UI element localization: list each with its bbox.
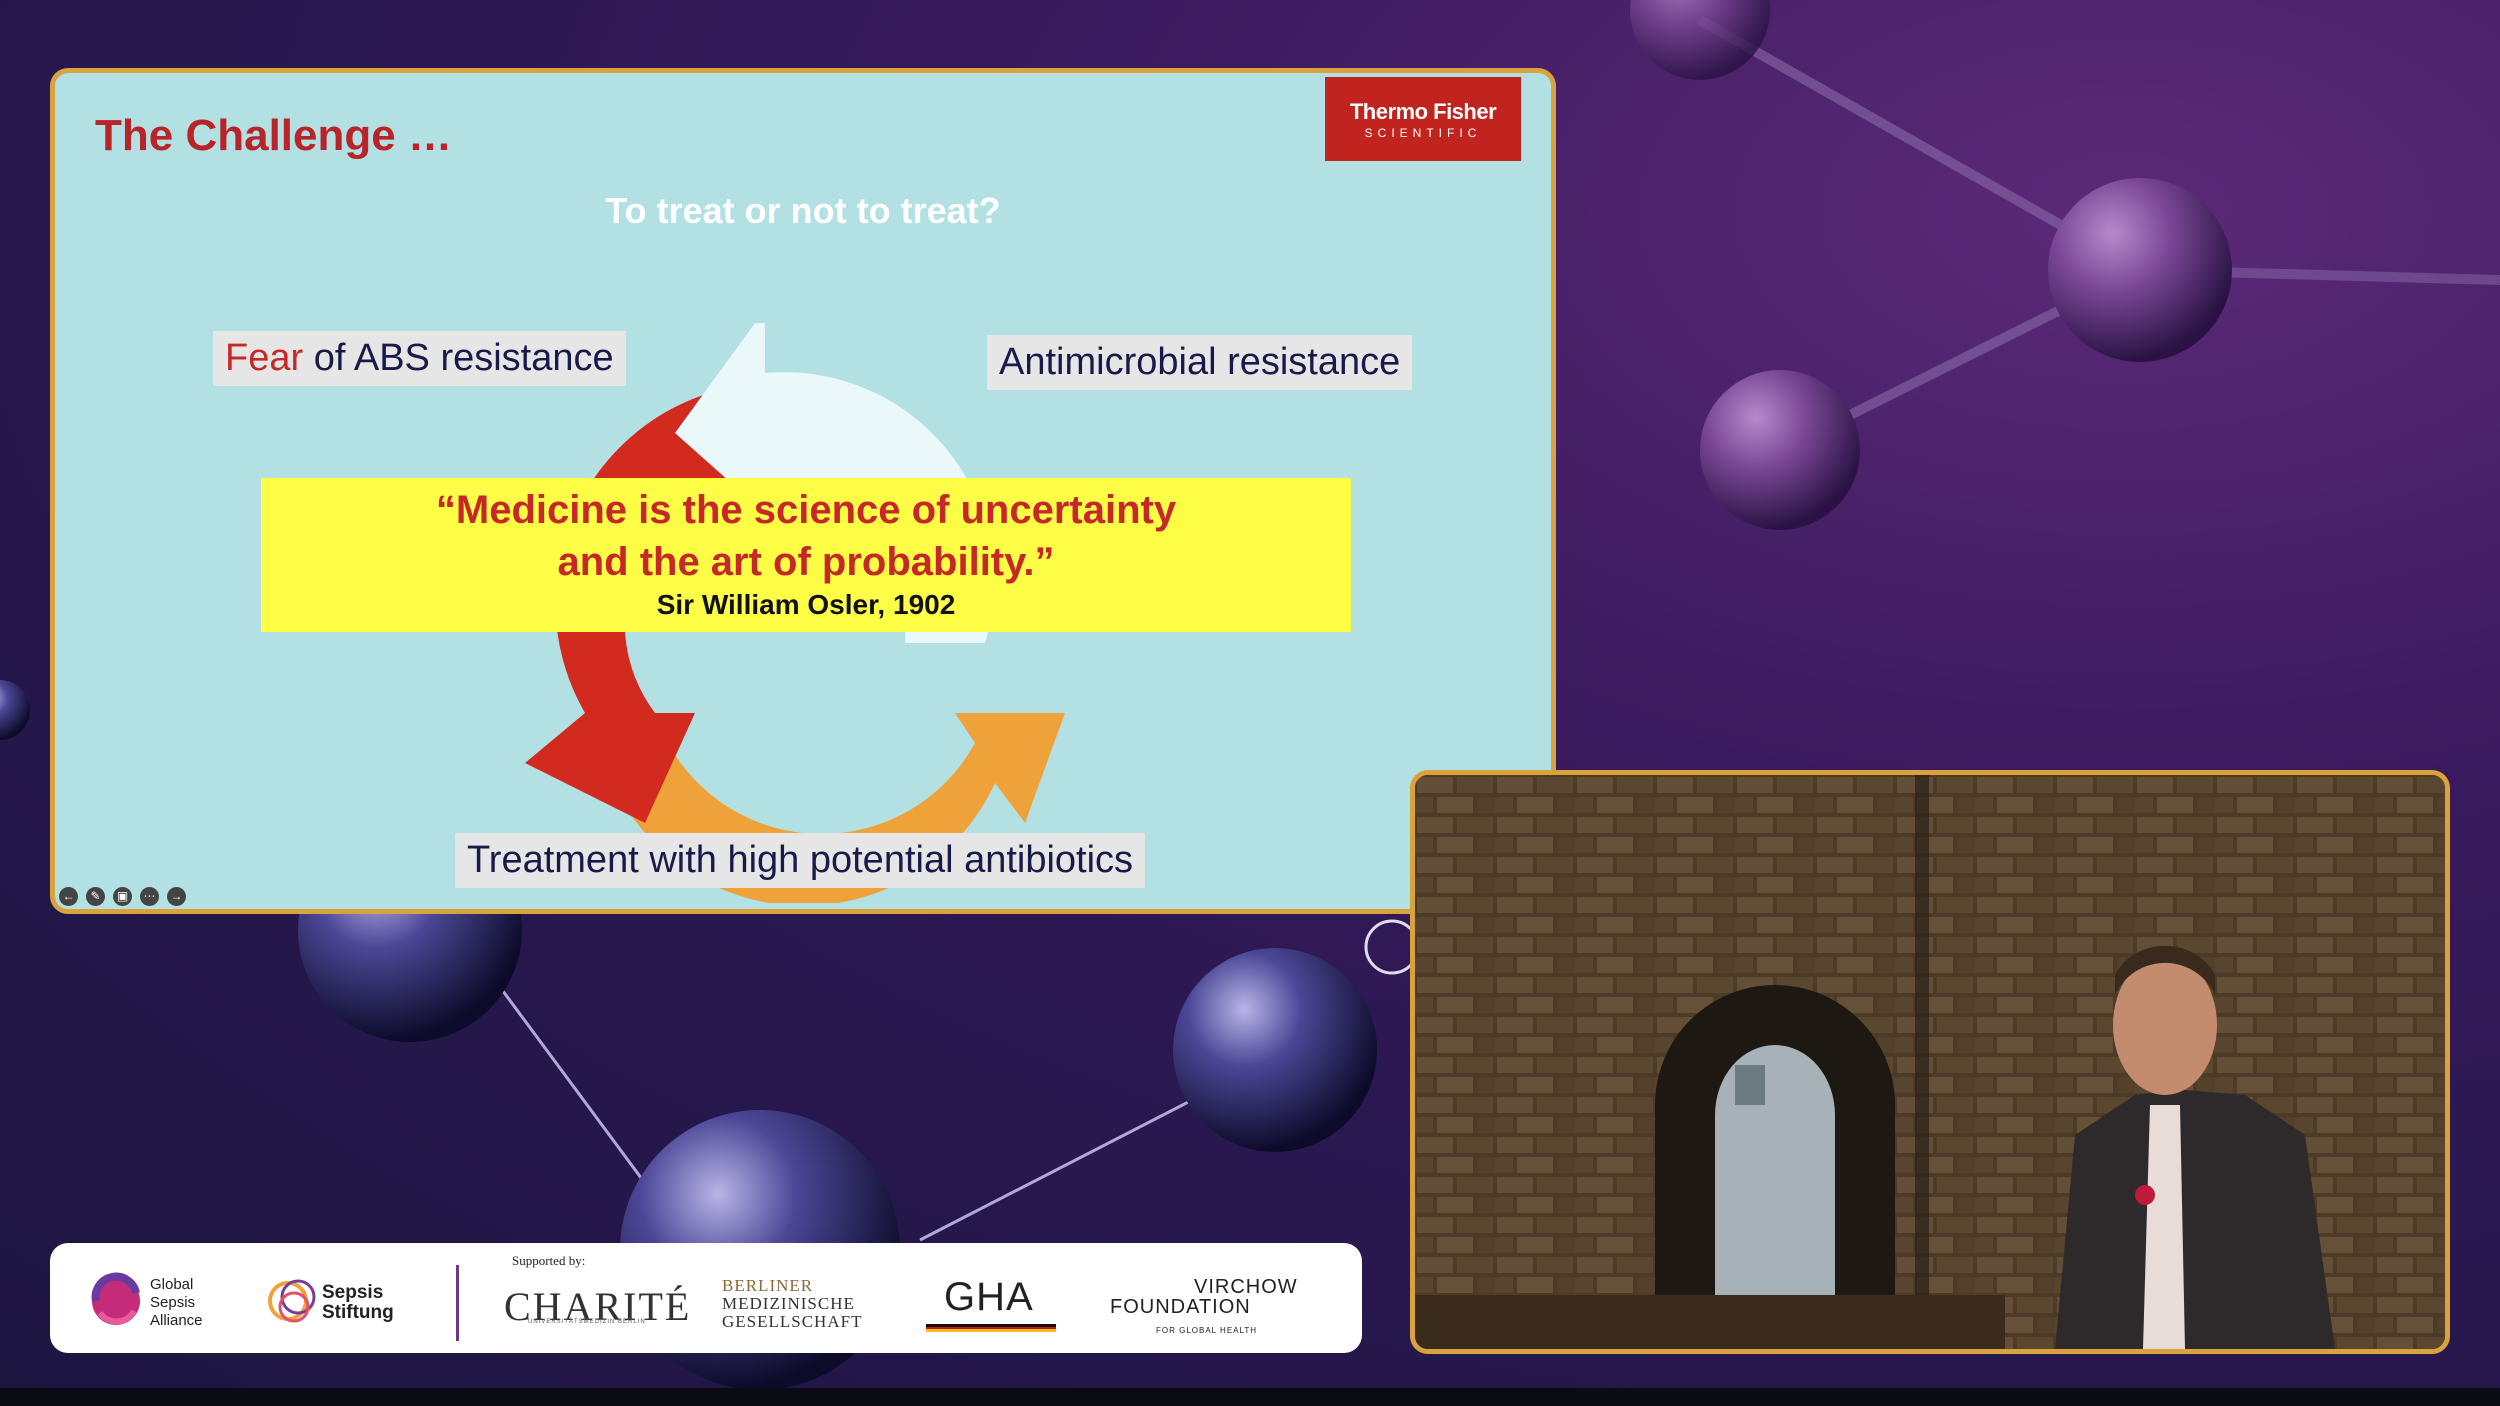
slide-title: The Challenge … (95, 111, 452, 160)
captions-icon[interactable]: ▣ (113, 887, 132, 906)
gha-flag-bar (926, 1324, 1056, 1332)
label-antimicrobial-resistance: Antimicrobial resistance (987, 335, 1413, 390)
presentation-slide: The Challenge … Thermo Fisher SCIENTIFIC… (50, 68, 1556, 914)
forward-icon[interactable]: → (167, 887, 186, 906)
logo-line2: SCIENTIFIC (1364, 126, 1482, 140)
question-heading: To treat or not to treat? (605, 190, 1001, 231)
label-treatment: Treatment with high potential antibiotic… (455, 833, 1146, 888)
sponsor-bar: Global Sepsis Alliance Sepsis Stiftung S… (50, 1243, 1362, 1353)
fear-rest: of ABS resistance (303, 337, 614, 379)
sepsis-stiftung-label: Sepsis Stiftung (322, 1282, 394, 1323)
speaker-video-frame (1415, 775, 2445, 1349)
slide-controls: ← ✎ ▣ ⋯ → (59, 887, 186, 906)
more-icon[interactable]: ⋯ (140, 887, 159, 906)
bmg-line2: MEDIZINISCHE (722, 1294, 855, 1313)
quote-line2: and the art of probability.” (557, 540, 1055, 584)
bmg-line1: BERLINER (722, 1276, 814, 1295)
gsa-label: Global Sepsis Alliance (150, 1276, 203, 1329)
pen-icon[interactable]: ✎ (86, 887, 105, 906)
berliner-medizinische-gesellschaft-logo: BERLINER MEDIZINISCHE GESELLSCHAFT (722, 1277, 862, 1331)
quote-box: “Medicine is the science of uncertainty … (261, 478, 1351, 632)
virchow-line2: FOUNDATION (1110, 1296, 1251, 1318)
thermo-fisher-logo: Thermo Fisher SCIENTIFIC (1325, 77, 1521, 161)
global-sepsis-alliance-logo-icon (91, 1272, 140, 1325)
speaker-video (1410, 770, 2450, 1354)
divider (456, 1265, 459, 1341)
logo-line1: Thermo Fisher (1349, 99, 1497, 124)
bmg-line3: GESELLSCHAFT (722, 1312, 863, 1331)
sepsis-stiftung-logo-icon (268, 1279, 316, 1323)
charite-subtitle: UNIVERSITÄTSMEDIZIN BERLIN (528, 1319, 646, 1325)
virchow-line1: VIRCHOW (1194, 1276, 1298, 1298)
bottom-band (0, 1388, 2500, 1406)
quote-author: Sir William Osler, 1902 (656, 589, 956, 620)
label-fear-resistance: Fear of ABS resistance (213, 331, 626, 386)
virchow-foundation-logo: VIRCHOW FOUNDATION FOR GLOBAL HEALTH (1110, 1277, 1298, 1341)
quote-line1: “Medicine is the science of uncertainty (435, 488, 1177, 532)
back-icon[interactable]: ← (59, 887, 78, 906)
fear-word: Fear (225, 337, 304, 379)
virchow-line3: FOR GLOBAL HEALTH (1156, 1326, 1258, 1335)
gha-logo: GHA (944, 1275, 1034, 1319)
supported-by-label: Supported by: (512, 1253, 586, 1268)
